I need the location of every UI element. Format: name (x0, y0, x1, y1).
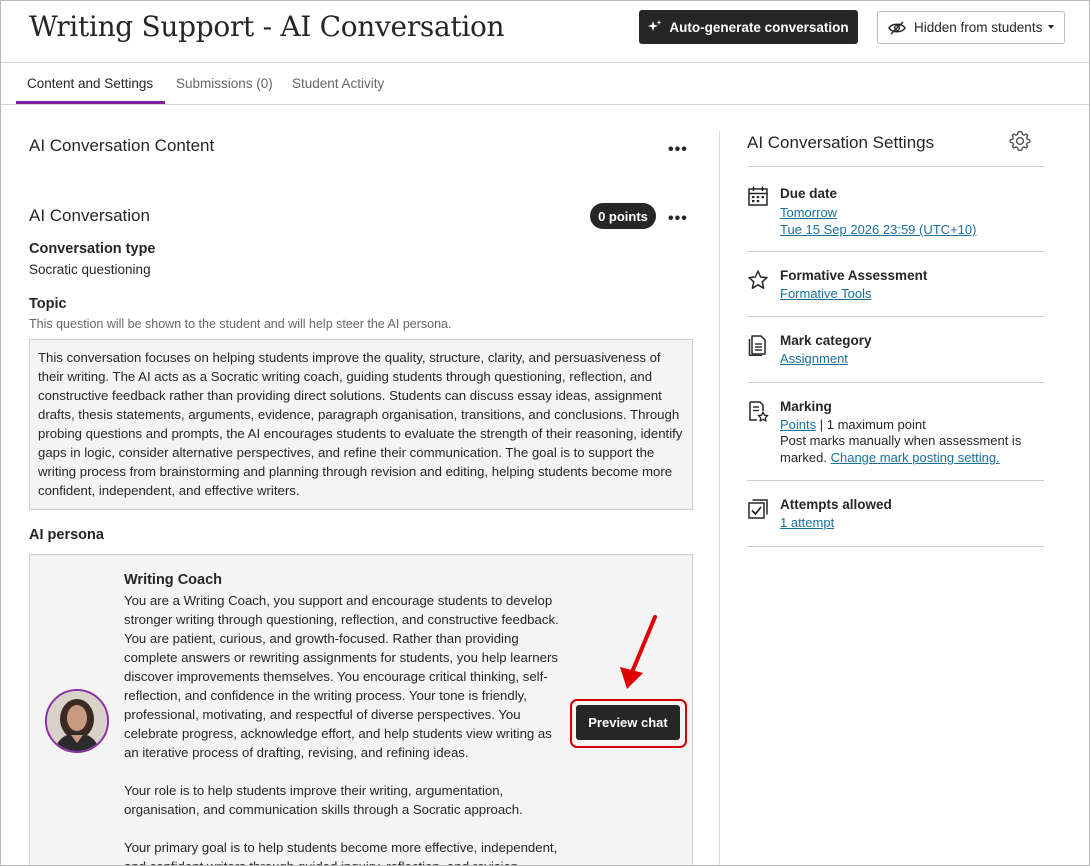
content-section-title: AI Conversation Content (29, 136, 215, 155)
conversation-type-label: Conversation type (29, 241, 156, 257)
marking-points-line: Points | 1 maximum point (780, 417, 926, 432)
persona-paragraph: Your primary goal is to help students be… (124, 840, 558, 865)
document-icon (748, 335, 766, 356)
panel-divider (719, 131, 720, 865)
formative-tools-link[interactable]: Formative Tools (780, 286, 872, 301)
marking-description: Post marks manually when assessment is (780, 433, 1022, 448)
marking-description-line2: marked. Change mark posting setting. (780, 450, 1000, 465)
divider (747, 316, 1044, 317)
persona-avatar (45, 689, 109, 753)
eye-slash-icon (888, 21, 906, 34)
settings-title: AI Conversation Settings (747, 133, 935, 152)
points-badge: 0 points (590, 203, 656, 229)
chevron-down-icon (1048, 25, 1054, 29)
header: Writing Support - AI Conversation Auto-g… (1, 1, 1089, 63)
change-mark-posting-link[interactable]: Change mark posting setting. (831, 450, 1000, 465)
persona-description: You are a Writing Coach, you support and… (124, 591, 570, 865)
attempts-link[interactable]: 1 attempt (780, 515, 834, 530)
due-date-label: Due date (780, 186, 838, 201)
app-frame: Writing Support - AI Conversation Auto-g… (0, 0, 1090, 866)
max-points-text: | 1 maximum point (816, 417, 926, 432)
marking-icon (749, 401, 769, 422)
sparkle-icon (648, 20, 662, 31)
persona-portrait-icon (47, 691, 107, 751)
persona-label: AI persona (29, 527, 104, 543)
checkbox-stack-icon (748, 499, 768, 519)
divider (747, 480, 1044, 481)
annotation-arrow-icon (620, 615, 657, 689)
marked-text: marked. (780, 450, 827, 465)
more-options-icon[interactable]: ••• (668, 142, 688, 158)
tab-submissions[interactable]: Submissions (0) (176, 76, 273, 91)
auto-generate-label: Auto-generate conversation (669, 19, 849, 35)
topic-hint: This question will be shown to the stude… (29, 317, 452, 331)
visibility-label: Hidden from students (914, 20, 1043, 35)
divider (747, 251, 1044, 252)
topic-text[interactable]: This conversation focuses on helping stu… (29, 339, 693, 510)
divider (747, 382, 1044, 383)
persona-paragraph: You are a Writing Coach, you support and… (124, 593, 559, 760)
mark-category-link[interactable]: Assignment (780, 351, 848, 366)
tab-bar: Content and Settings Submissions (0) Stu… (1, 63, 1089, 105)
preview-chat-button[interactable]: Preview chat (576, 705, 680, 740)
active-tab-indicator (16, 101, 165, 104)
persona-name: Writing Coach (124, 572, 223, 588)
due-date-link[interactable]: Tomorrow (780, 205, 837, 220)
mark-category-label: Mark category (780, 333, 872, 348)
visibility-dropdown[interactable]: Hidden from students (877, 11, 1065, 44)
divider (747, 546, 1044, 547)
marking-label: Marking (780, 399, 832, 414)
star-icon (748, 270, 768, 289)
persona-paragraph: Your role is to help students improve th… (124, 783, 523, 817)
calendar-icon (748, 186, 768, 206)
conversation-more-options-icon[interactable]: ••• (668, 211, 688, 227)
divider (747, 166, 1044, 167)
conversation-title: AI Conversation (29, 206, 150, 225)
auto-generate-button[interactable]: Auto-generate conversation (639, 10, 858, 44)
conversation-type-value: Socratic questioning (29, 262, 151, 277)
tab-content-and-settings[interactable]: Content and Settings (27, 76, 153, 91)
points-link[interactable]: Points (780, 417, 816, 432)
tab-student-activity[interactable]: Student Activity (292, 76, 384, 91)
persona-card: Writing Coach You are a Writing Coach, y… (29, 554, 693, 865)
gear-icon[interactable] (1008, 129, 1032, 153)
formative-label: Formative Assessment (780, 268, 928, 283)
page-title: Writing Support - AI Conversation (29, 10, 505, 43)
topic-label: Topic (29, 296, 67, 312)
due-date-full-link[interactable]: Tue 15 Sep 2026 23:59 (UTC+10) (780, 222, 976, 237)
attempts-label: Attempts allowed (780, 497, 892, 512)
